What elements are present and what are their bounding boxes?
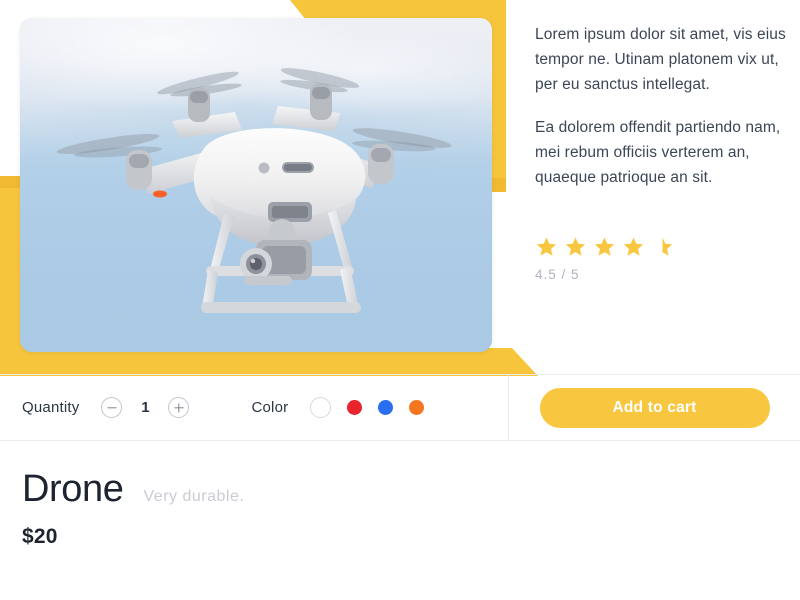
product-card-page: Lorem ipsum dolor sit amet, vis eius tem… — [0, 0, 800, 600]
star-icon-3[interactable] — [593, 236, 616, 258]
color-swatch-orange[interactable] — [409, 400, 425, 415]
product-price: $20 — [22, 525, 58, 548]
product-title-row: Drone Very durable. — [22, 470, 244, 508]
quantity-increment-button[interactable] — [168, 397, 190, 418]
color-swatch-white[interactable] — [310, 397, 332, 418]
star-half-icon-5[interactable] — [651, 236, 674, 258]
accent-shape-bottom-left-diagonal — [512, 348, 538, 376]
rating-value-label: 4.5 / 5 — [535, 267, 580, 282]
star-icon-1[interactable] — [535, 236, 558, 258]
divider-bottom — [0, 440, 800, 441]
product-title: Drone — [22, 468, 124, 510]
product-tagline: Very durable. — [143, 488, 245, 505]
rating-block: 4.5 / 5 — [535, 236, 674, 282]
product-image[interactable] — [20, 18, 492, 352]
quantity-decrement-button[interactable] — [101, 397, 123, 418]
drone-illustration — [56, 68, 452, 313]
color-label: Color — [251, 399, 289, 416]
add-to-cart-button[interactable]: Add to cart — [539, 387, 770, 428]
description-paragraph-1: Lorem ipsum dolor sit amet, vis eius tem… — [535, 26, 786, 93]
quantity-control: Quantity 1 — [22, 397, 190, 418]
star-icon-2[interactable] — [564, 236, 587, 258]
quantity-value[interactable]: 1 — [134, 399, 156, 416]
color-swatch-list — [310, 397, 425, 418]
cart-area: Add to cart — [509, 375, 800, 440]
product-info: Drone Very durable. $20 — [22, 470, 244, 549]
color-swatch-blue[interactable] — [378, 400, 394, 415]
color-swatch-red[interactable] — [347, 400, 363, 415]
description-paragraph-2: Ea dolorem offendit partiendo nam, mei r… — [535, 119, 781, 186]
star-icon-4[interactable] — [622, 236, 645, 258]
star-rating[interactable] — [535, 236, 674, 258]
accent-shape-bottom-left-cap — [0, 348, 512, 376]
color-control: Color — [251, 397, 425, 418]
product-description: Lorem ipsum dolor sit amet, vis eius tem… — [535, 22, 787, 190]
options-bar: Quantity 1 Color — [0, 375, 508, 440]
quantity-label: Quantity — [22, 399, 80, 416]
